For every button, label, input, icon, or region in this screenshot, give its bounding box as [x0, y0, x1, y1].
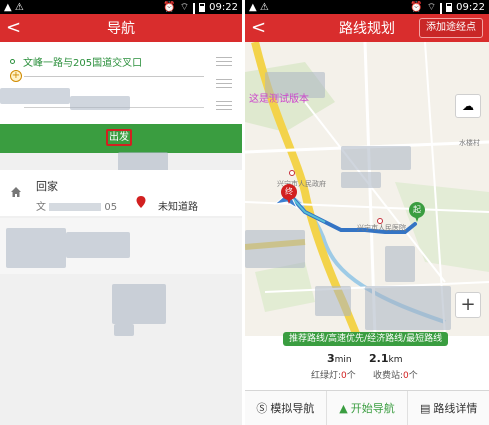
page-title: 导航: [107, 21, 135, 37]
title-bar: < 导航: [0, 14, 242, 42]
status-bar: ▲ ⚠ ⏰ ⌔ 09:22: [0, 0, 242, 27]
drag-handle-icon[interactable]: [216, 50, 232, 72]
blurred-region: [0, 88, 70, 104]
zoom-in-icon[interactable]: +: [455, 292, 481, 318]
start-navigation-button[interactable]: ▲ 开始导航: [327, 391, 409, 425]
history-list: [0, 218, 242, 274]
map-label-shuilou: 水楼村: [459, 139, 480, 147]
go-button[interactable]: 出发: [106, 129, 132, 146]
traffic-lights-info: 红绿灯:0个: [311, 371, 356, 381]
origin-dot-icon: [10, 59, 15, 64]
navigate-arrow-icon: ▲: [339, 401, 348, 415]
status-bar: ▲ ⚠ ⏰ ⌔ 09:22: [245, 0, 489, 27]
origin-text: 文峰一路与205国道交叉口: [23, 58, 143, 69]
route-time: 3min: [327, 352, 352, 365]
blurred-region: [70, 96, 130, 110]
blurred-region: [341, 146, 411, 170]
navigation-screen: ▲ ⚠ ⏰ ⌔ 09:22 < 导航 文峰一路与205国道交叉口 + 出发 回家…: [0, 0, 242, 425]
alarm-icon: ⏰: [163, 1, 176, 13]
blurred-region: [365, 286, 451, 330]
unknown-road-label: 未知道路: [158, 202, 198, 213]
alarm-icon: ⏰: [410, 1, 423, 13]
route-inputs: 文峰一路与205国道交叉口 +: [0, 42, 242, 124]
route-planning-screen: ▲ ⚠ ⏰ ⌔ 09:22 < 路线规划 添加途经点 这是测试版本 ☁ 兴宁市人…: [245, 0, 489, 425]
origin-row[interactable]: 文峰一路与205国道交叉口: [10, 54, 142, 69]
blurred-region: [245, 230, 305, 268]
blurred-region: [114, 324, 134, 336]
route-summary: 推荐路线/高速优先/经济路线/最短路线 3min 2.1km 红绿灯:0个 收费…: [245, 332, 489, 390]
status-notification-icon: ▲ ⚠: [249, 1, 269, 13]
route-strategy-tabs[interactable]: 推荐路线/高速优先/经济路线/最短路线: [283, 332, 449, 346]
drag-handle-icon[interactable]: [216, 94, 232, 116]
add-icon[interactable]: +: [10, 70, 22, 82]
go-bar: 出发: [0, 124, 242, 153]
reorder-handles: [216, 50, 232, 116]
wifi-icon: ⌔: [426, 1, 437, 13]
status-time: 09:22: [456, 1, 485, 13]
weather-icon[interactable]: ☁: [455, 94, 481, 118]
signal-icon: [193, 2, 196, 27]
simulate-navigation-button[interactable]: Ⓢ 模拟导航: [245, 391, 327, 425]
blurred-region: [341, 172, 381, 188]
status-notification-icon: ▲ ⚠: [4, 1, 24, 13]
route-details-button[interactable]: ▤ 路线详情: [408, 391, 489, 425]
simulate-icon: Ⓢ: [256, 402, 268, 415]
home-icon: [11, 187, 21, 197]
blurred-region: [66, 232, 130, 258]
blurred-region: [112, 284, 166, 324]
divider: [24, 76, 204, 77]
signal-icon: [440, 2, 443, 27]
page-title: 路线规划: [339, 21, 395, 37]
map-label-hospital: 兴宁市人民医院: [357, 224, 406, 232]
wifi-icon: ⌔: [179, 1, 190, 13]
blurred-region: [385, 246, 415, 282]
poi-marker-icon: [289, 170, 295, 176]
marker-icon: [136, 196, 146, 208]
battery-icon: [446, 2, 453, 12]
end-marker-icon[interactable]: 终: [281, 184, 297, 204]
drag-handle-icon[interactable]: [216, 72, 232, 94]
home-label: 回家: [36, 180, 58, 193]
battery-icon: [199, 2, 206, 12]
blurred-region: [6, 228, 66, 268]
home-address: 文 05: [36, 202, 118, 213]
route-distance: 2.1km: [369, 352, 403, 365]
status-time: 09:22: [209, 1, 238, 13]
add-waypoint-button[interactable]: 添加途经点: [419, 18, 483, 38]
bottom-action-bar: Ⓢ 模拟导航 ▲ 开始导航 ▤ 路线详情: [245, 390, 489, 425]
blurred-region: [315, 286, 351, 316]
back-icon[interactable]: <: [6, 17, 24, 39]
back-icon[interactable]: <: [251, 17, 269, 39]
home-shortcut[interactable]: 回家 文 05 未知道路: [0, 170, 242, 216]
start-marker-icon[interactable]: 起: [409, 202, 425, 222]
watermark-text: 这是测试版本: [249, 94, 309, 105]
title-bar: < 路线规划 添加途经点: [245, 14, 489, 42]
blurred-region: [49, 203, 102, 211]
route-map[interactable]: 这是测试版本 ☁ 兴宁市人民政府 兴宁市人民医院 水楼村 终 起 +: [245, 42, 489, 336]
details-icon: ▤: [419, 401, 431, 415]
toll-stations-info: 收费站:0个: [373, 371, 418, 381]
map-park-area: [255, 262, 315, 312]
